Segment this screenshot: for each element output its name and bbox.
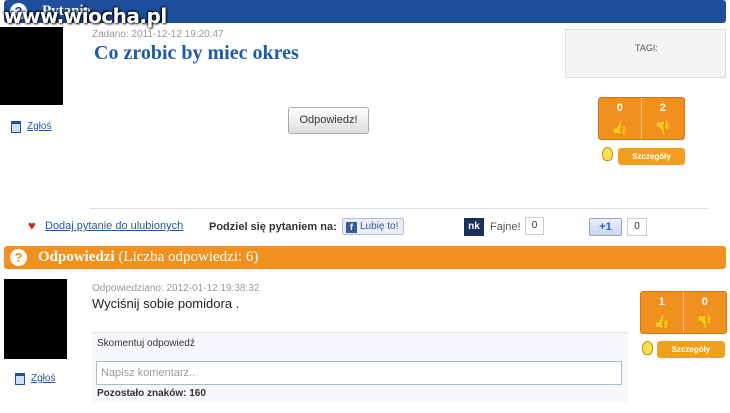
comment-input[interactable] (96, 361, 622, 385)
vote-down-count: 0 (701, 296, 708, 308)
question-vote-box: 0 👍 2 👎 (598, 97, 685, 140)
answer-vote-box: 1 👍 0 👎 (640, 291, 727, 334)
vote-up-button[interactable]: 1 👍 (641, 292, 684, 333)
thumbs-up-icon: 👍 (653, 314, 670, 329)
report-link[interactable]: Zgłoś (31, 373, 55, 384)
facebook-like-label: Lubię to! (360, 221, 399, 232)
tags-label: TAGI: (635, 43, 658, 53)
share-label: Podziel się pytaniem na: (209, 221, 337, 233)
thumbs-down-icon: 👎 (654, 120, 671, 135)
site-watermark: www.wiocha.pl (4, 4, 167, 28)
thumbs-down-icon: 👎 (696, 314, 713, 329)
answer-button[interactable]: Odpowiedz! (288, 107, 369, 134)
answers-header-title: Odpowiedzi (Liczba odpowiedzi: 6) (38, 249, 258, 266)
vote-down-button[interactable]: 2 👎 (642, 98, 685, 139)
vote-down-button[interactable]: 0 👎 (684, 292, 727, 333)
thumbs-up-icon: 👍 (611, 120, 628, 135)
trash-icon (11, 121, 21, 133)
tags-box: TAGI: (565, 29, 726, 78)
trash-icon (15, 373, 25, 385)
nk-fajne-label[interactable]: Fajne! (490, 221, 521, 233)
lightbulb-icon (642, 341, 653, 355)
vote-up-count: 0 (616, 102, 623, 114)
remaining-chars: Pozostało znaków: 160 (97, 388, 206, 399)
heart-icon: ♥ (28, 218, 36, 233)
question-meta: Zadano: 2011-12-12 19:20:47 (92, 29, 224, 40)
favorite-link[interactable]: Dodaj pytanie do ulubionych (45, 220, 183, 232)
gplus-count: 0 (627, 218, 647, 236)
question-title: Co zrobic by miec okres (94, 42, 299, 64)
comment-label: Skomentuj odpowiedź (97, 338, 195, 349)
facebook-icon: f (346, 222, 357, 233)
question-mark-icon: ? (10, 249, 27, 266)
answer-text: Wyciśnij sobie pomidora . (92, 296, 240, 311)
divider (90, 208, 708, 209)
vote-down-count: 2 (659, 102, 666, 114)
comment-box: Skomentuj odpowiedź Pozostało znaków: 16… (92, 332, 628, 402)
answers-count: (Liczba odpowiedzi: 6) (118, 249, 259, 265)
answers-header-label: Odpowiedzi (38, 249, 115, 265)
vote-up-button[interactable]: 0 👍 (599, 98, 642, 139)
facebook-like-button[interactable]: f Lubię to! (342, 218, 405, 235)
nk-count: 0 (525, 217, 544, 235)
details-button[interactable]: Szczegóły (618, 148, 685, 165)
report-link[interactable]: Zgłoś (27, 121, 51, 132)
answer-meta: Odpowiedziano: 2012-01-12 19:38:32 (92, 283, 260, 294)
answers-header-bar: ? Odpowiedzi (Liczba odpowiedzi: 6) (4, 246, 726, 269)
nk-logo-icon[interactable]: nk (464, 218, 484, 236)
gplus-button[interactable]: +1 (589, 218, 622, 236)
details-button[interactable]: Szczegóły (657, 341, 725, 358)
vote-up-count: 1 (658, 296, 665, 308)
question-avatar (0, 27, 63, 105)
lightbulb-icon (602, 147, 613, 161)
answer-avatar (4, 279, 67, 359)
